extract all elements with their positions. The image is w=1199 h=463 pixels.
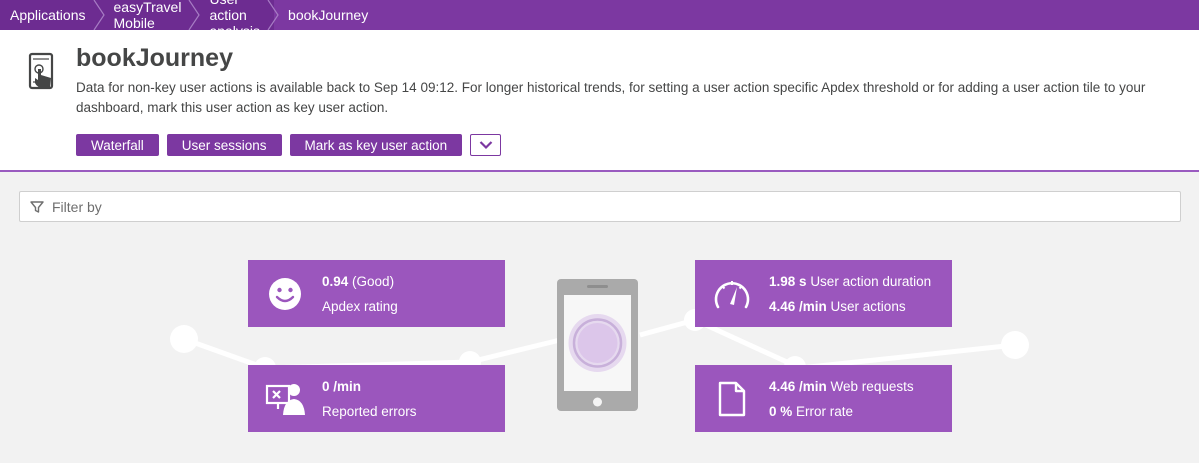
- breadcrumb: Applications easyTravel Mobile User acti…: [0, 0, 1199, 30]
- duration-tile[interactable]: 1.98 s User action duration 4.46 /min Us…: [695, 260, 952, 327]
- duration-value: 1.98 s: [769, 273, 807, 289]
- errors-tile[interactable]: 0 /min Reported errors: [248, 365, 505, 432]
- chevron-separator-icon: [93, 0, 105, 30]
- breadcrumb-bookjourney: bookJourney: [274, 0, 1199, 30]
- actions-value: 4.46 /min: [769, 298, 827, 314]
- user-sessions-button[interactable]: User sessions: [166, 134, 282, 156]
- chevron-separator-icon: [188, 0, 201, 30]
- apdex-value: 0.94: [322, 273, 349, 289]
- user-action-infographic: 0.94 (Good) Apdex rating 0 /min Reported…: [0, 240, 1199, 463]
- duration-label: User action duration: [810, 273, 932, 289]
- error-rate-label: Error rate: [796, 403, 854, 419]
- apdex-label: Apdex rating: [322, 298, 398, 314]
- page-title: bookJourney: [76, 44, 233, 72]
- requests-label: Web requests: [830, 378, 914, 394]
- chevron-down-icon: [479, 141, 492, 150]
- requests-value: 4.46 /min: [769, 378, 827, 394]
- apdex-qualifier: (Good): [352, 273, 395, 289]
- breadcrumb-user-action-analysis[interactable]: User action analysis: [195, 0, 279, 30]
- smiley-icon: [269, 277, 301, 310]
- chevron-separator-icon: [267, 0, 279, 30]
- waterfall-button[interactable]: Waterfall: [76, 134, 159, 156]
- document-icon: [718, 381, 746, 416]
- page-header: bookJourney Data for non-key user action…: [0, 30, 1199, 172]
- mark-key-action-button[interactable]: Mark as key user action: [289, 134, 463, 156]
- errors-label: Reported errors: [322, 403, 417, 419]
- breadcrumb-label: easyTravel Mobile: [113, 0, 182, 30]
- error-rate-value: 0 %: [769, 403, 793, 419]
- errors-value: 0 /min: [322, 378, 362, 394]
- actions-label: User actions: [830, 298, 906, 314]
- mobile-device-icon: [557, 279, 638, 411]
- error-user-icon: [265, 383, 305, 415]
- requests-tile[interactable]: 4.46 /min Web requests 0 % Error rate: [695, 365, 952, 432]
- funnel-icon: [30, 200, 44, 213]
- apdex-tile[interactable]: 0.94 (Good) Apdex rating: [248, 260, 505, 327]
- breadcrumb-easytravel-mobile[interactable]: easyTravel Mobile: [100, 0, 201, 30]
- filter-input[interactable]: [52, 198, 1180, 215]
- breadcrumb-label: bookJourney: [288, 7, 369, 23]
- speedometer-icon: [714, 280, 750, 308]
- breadcrumb-label: Applications: [10, 7, 86, 23]
- filter-bar[interactable]: [19, 191, 1181, 222]
- more-actions-button[interactable]: [470, 134, 502, 156]
- page-description: Data for non-key user actions is availab…: [76, 80, 1146, 115]
- action-buttons: Waterfall User sessions Mark as key user…: [76, 134, 502, 156]
- breadcrumb-applications[interactable]: Applications: [0, 0, 105, 30]
- mobile-touch-icon: [28, 52, 54, 90]
- breadcrumb-label: User action analysis: [209, 0, 260, 30]
